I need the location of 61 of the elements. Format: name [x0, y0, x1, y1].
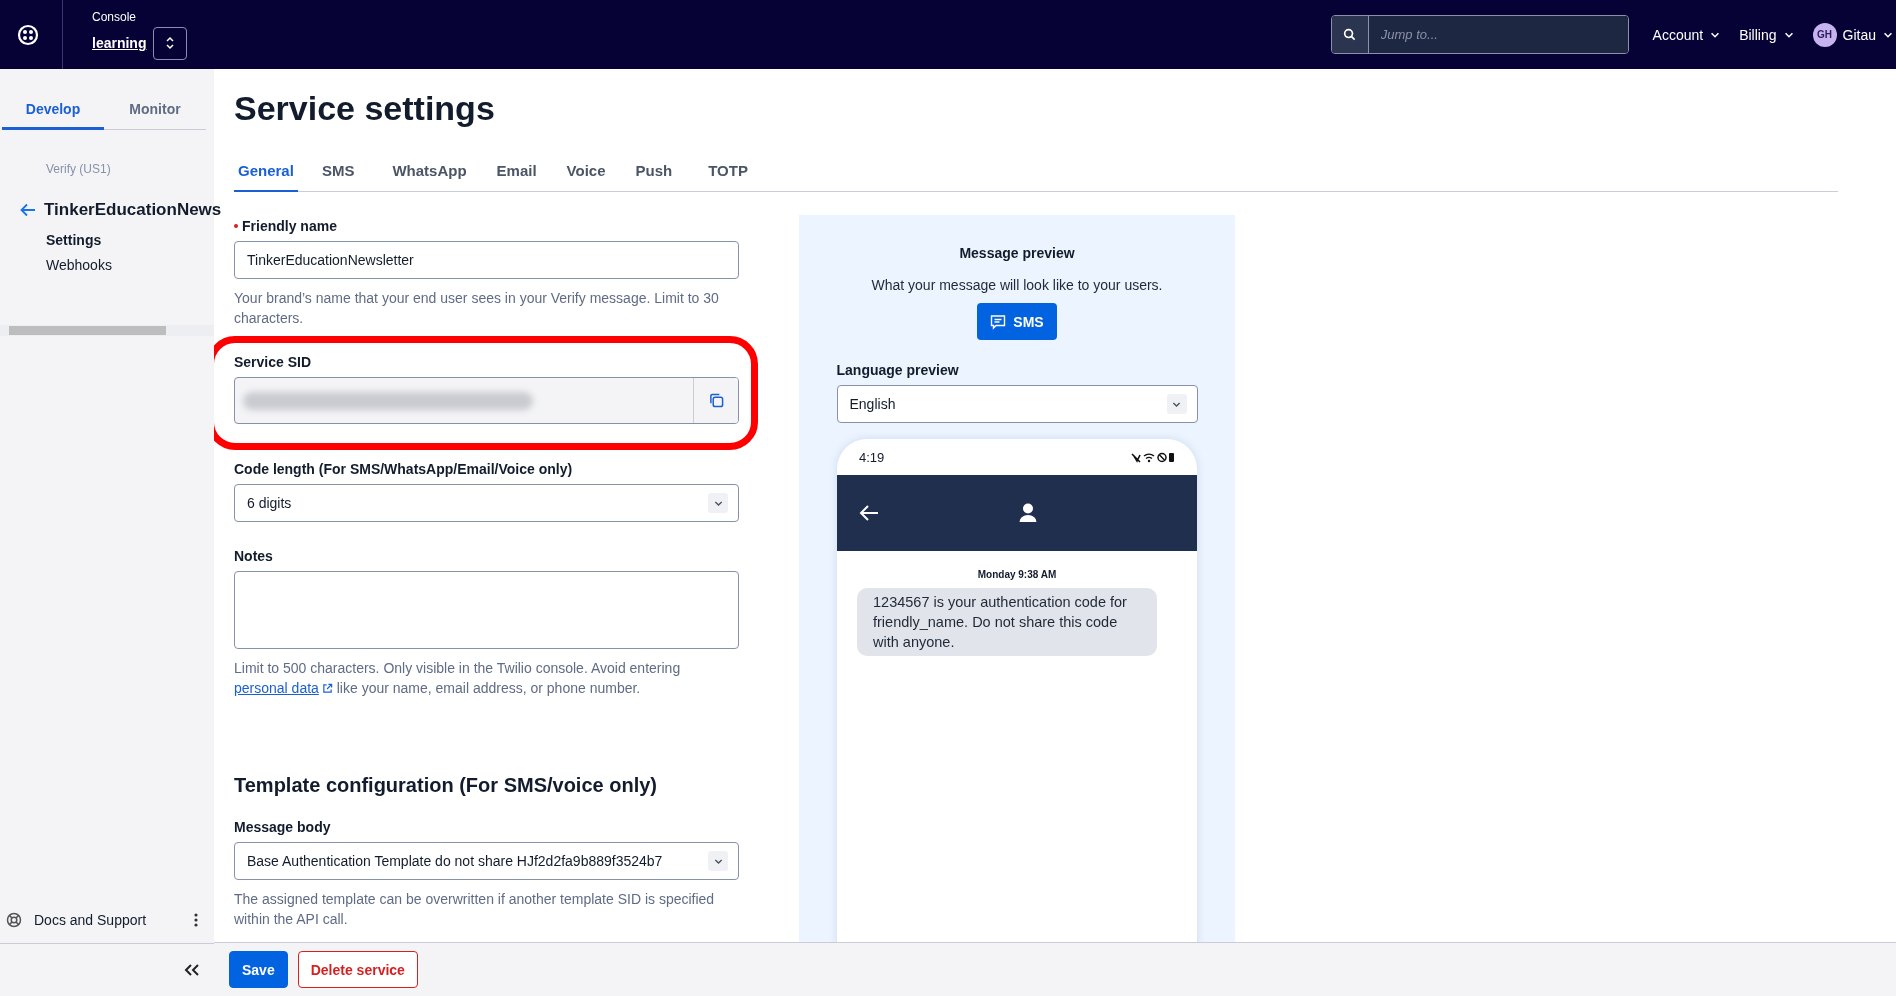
search-field[interactable]: Jump to...	[1330, 15, 1629, 54]
tab[interactable]: Push	[635, 154, 673, 192]
notes-field[interactable]	[234, 571, 739, 649]
field-label: Notes	[234, 548, 273, 564]
help-text: The assigned template can be overwritten if another template SID is specified within the API call.	[234, 890, 716, 929]
collapse-icon[interactable]	[184, 963, 200, 977]
docs-link[interactable]: Docs and Support	[6, 912, 147, 928]
sms-button[interactable]: SMS	[977, 303, 1057, 340]
tab[interactable]: SMS	[321, 154, 355, 192]
preview-subtitle: What your message will look like to your users.	[871, 277, 1163, 293]
service-name: TinkerEducationNews	[44, 200, 222, 220]
message-icon	[990, 313, 1007, 330]
copy-button[interactable]	[693, 378, 738, 423]
person-icon	[1019, 503, 1037, 523]
field-label: Service SID	[234, 354, 312, 370]
scrollbar[interactable]	[0, 325, 214, 336]
message-bubble: 1234567 is your authentication code for friendly_name. Do not share this code with anyone.	[857, 588, 1157, 656]
search-icon	[1343, 28, 1357, 41]
sidebar-tab[interactable]: Develop	[2, 91, 104, 130]
personal-data-link[interactable]: personal data	[234, 680, 333, 696]
copy-icon	[708, 393, 724, 408]
account-link[interactable]: learning	[92, 35, 147, 51]
save-button[interactable]: Save	[229, 951, 288, 988]
field-label: Language preview	[836, 362, 960, 378]
message-date: Monday 9:38 AM	[976, 569, 1058, 580]
avatar: GH	[1812, 22, 1837, 47]
sid-field[interactable]	[234, 377, 739, 424]
field-label: Message body	[234, 819, 331, 835]
tab[interactable]: WhatsApp	[392, 154, 467, 192]
tab[interactable]: TOTP	[708, 154, 748, 192]
tab[interactable]: Voice	[566, 154, 606, 192]
logo-icon[interactable]	[17, 23, 39, 46]
more-icon[interactable]	[194, 912, 198, 928]
account-switcher[interactable]	[153, 26, 188, 60]
user-menu[interactable]: GH Gitau	[1812, 22, 1894, 47]
dropdown[interactable]: Base Authentication Template do not share HJf2d2fa9b889f3524b7	[234, 842, 739, 880]
updown-icon	[165, 36, 176, 50]
field-label: Friendly name	[242, 218, 337, 234]
dropdown[interactable]: 6 digits	[234, 484, 739, 522]
help-text: Limit to 500 characters. Only visible in the Twilio console. Avoid entering personal data like your name, email address, or phone number.	[234, 659, 682, 698]
external-link-icon	[321, 683, 333, 694]
tab[interactable]: General	[234, 154, 298, 192]
preview-title: Message preview	[959, 245, 1075, 261]
sidebar-item[interactable]: Settings	[46, 232, 214, 248]
help-text: Your brand’s name that your end user sees in your Verify message. Limit to 30 characters.	[234, 289, 720, 328]
sidebar-tab[interactable]: Monitor	[104, 91, 206, 130]
lifebuoy-icon	[6, 912, 22, 928]
field-label: Code length (For SMS/WhatsApp/Email/Voice only)	[234, 461, 573, 477]
text-field[interactable]: TinkerEducationNewsletter	[234, 241, 739, 279]
page-title: Service settings	[234, 89, 496, 128]
status-icons-drawing	[1131, 451, 1175, 463]
section-heading: Template configuration (For SMS/voice only)	[234, 774, 658, 797]
dropdown[interactable]: English	[836, 385, 1198, 423]
context-label: Console	[92, 9, 138, 24]
menu-button[interactable]: Billing	[1739, 26, 1795, 43]
phone-time: 4:19	[859, 449, 885, 465]
delete-button[interactable]: Delete service	[297, 951, 418, 988]
sidebar-item[interactable]: Webhooks	[46, 257, 214, 273]
section-label: Verify (US1)	[46, 162, 112, 176]
menu-button[interactable]: Account	[1652, 26, 1722, 43]
tab[interactable]: Email	[496, 154, 537, 192]
